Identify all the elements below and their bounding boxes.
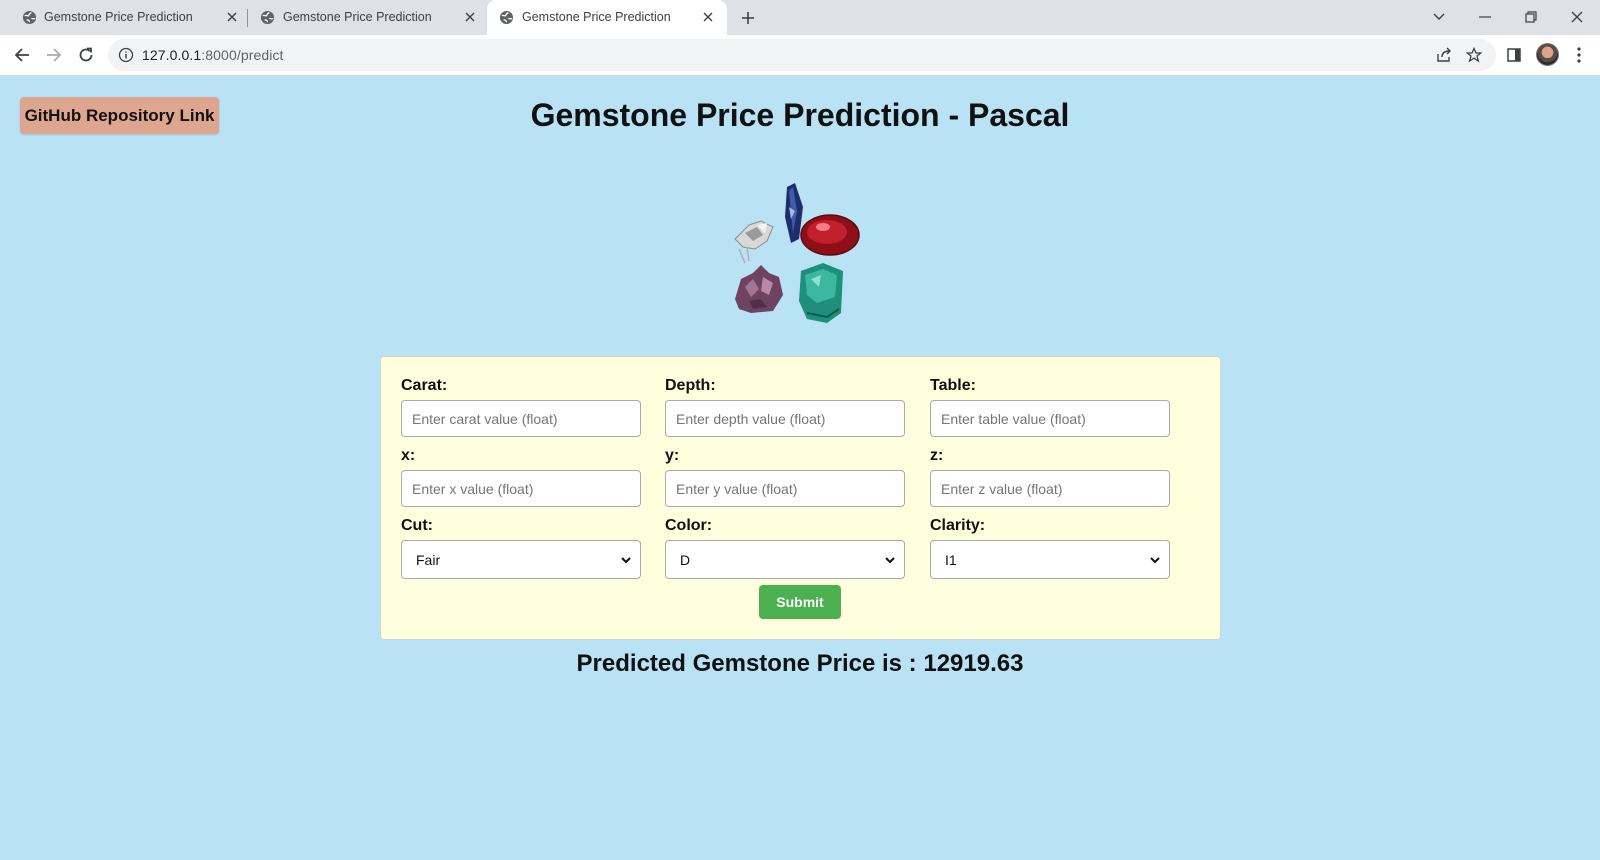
site-info-icon[interactable] bbox=[118, 47, 134, 63]
clarity-label: Clarity: bbox=[930, 517, 986, 534]
cut-select[interactable]: Fair bbox=[401, 540, 641, 579]
carat-input[interactable] bbox=[401, 400, 641, 437]
depth-label: Depth: bbox=[665, 377, 716, 394]
gemstones-image bbox=[734, 183, 860, 323]
close-icon[interactable] bbox=[700, 9, 716, 25]
color-select[interactable]: D bbox=[665, 540, 905, 579]
tab-strip: Gemstone Price Prediction Gemstone Price… bbox=[0, 0, 1600, 35]
page-body: GitHub Repository Link Gemstone Price Pr… bbox=[0, 77, 1600, 860]
table-label: Table: bbox=[930, 377, 976, 394]
browser-toolbar: 127.0.0.1:8000/predict bbox=[0, 35, 1600, 76]
prediction-form: Carat: Depth: Table: x: y: z: Cut: Fair … bbox=[380, 356, 1221, 640]
x-label: x: bbox=[401, 447, 416, 464]
tab-search-icon[interactable] bbox=[1427, 5, 1451, 29]
z-input[interactable] bbox=[930, 470, 1170, 507]
tab-title: Gemstone Price Prediction bbox=[283, 10, 432, 24]
clarity-select[interactable]: I1 bbox=[930, 540, 1170, 579]
chevron-down-icon bbox=[1150, 557, 1160, 564]
globe-icon bbox=[22, 10, 37, 25]
reload-icon[interactable] bbox=[74, 43, 98, 67]
table-input[interactable] bbox=[930, 400, 1170, 437]
chevron-down-icon bbox=[885, 557, 895, 564]
restore-icon[interactable] bbox=[1519, 5, 1543, 29]
depth-input[interactable] bbox=[665, 400, 905, 437]
window-close-icon[interactable] bbox=[1565, 5, 1589, 29]
cut-select-value: Fair bbox=[416, 551, 441, 568]
color-label: Color: bbox=[665, 517, 713, 534]
y-label: y: bbox=[665, 447, 680, 464]
cut-label: Cut: bbox=[401, 517, 433, 534]
tab-2[interactable]: Gemstone Price Prediction bbox=[252, 0, 486, 35]
new-tab-button[interactable] bbox=[737, 7, 759, 29]
y-input[interactable] bbox=[665, 470, 905, 507]
clarity-select-value: I1 bbox=[945, 551, 957, 568]
page-title: Gemstone Price Prediction - Pascal bbox=[530, 97, 1070, 133]
tab-title: Gemstone Price Prediction bbox=[44, 10, 193, 24]
back-arrow-icon[interactable] bbox=[10, 43, 34, 67]
kebab-menu-icon[interactable] bbox=[1568, 44, 1590, 66]
chevron-down-icon bbox=[621, 557, 631, 564]
carat-label: Carat: bbox=[401, 377, 448, 394]
url-host: 127.0.0.1 bbox=[142, 47, 202, 63]
globe-icon bbox=[499, 10, 514, 25]
tab-separator bbox=[247, 9, 248, 27]
quartz-crystal bbox=[734, 220, 774, 264]
minimize-icon[interactable] bbox=[1473, 5, 1497, 29]
emerald-crystal bbox=[799, 263, 843, 323]
z-label: z: bbox=[930, 447, 944, 464]
close-icon[interactable] bbox=[462, 9, 478, 25]
tab-title: Gemstone Price Prediction bbox=[522, 10, 671, 24]
url-text: 127.0.0.1:8000/predict bbox=[142, 47, 284, 63]
amethyst-cluster bbox=[735, 265, 783, 313]
color-select-value: D bbox=[680, 551, 691, 568]
address-bar[interactable]: 127.0.0.1:8000/predict bbox=[108, 39, 1496, 71]
x-input[interactable] bbox=[401, 470, 641, 507]
ruby-gem bbox=[800, 214, 860, 256]
forward-arrow-icon[interactable] bbox=[42, 43, 66, 67]
predicted-price-result: Predicted Gemstone Price is : 12919.63 bbox=[576, 650, 1024, 677]
tab-1[interactable]: Gemstone Price Prediction bbox=[0, 0, 245, 35]
profile-avatar[interactable] bbox=[1536, 43, 1559, 66]
side-panel-icon[interactable] bbox=[1503, 44, 1525, 66]
close-icon[interactable] bbox=[224, 9, 240, 25]
share-icon[interactable] bbox=[1435, 46, 1453, 64]
globe-icon bbox=[260, 10, 275, 25]
url-path: :8000/predict bbox=[201, 47, 284, 63]
bookmark-star-icon[interactable] bbox=[1465, 46, 1483, 64]
tab-3-active[interactable]: Gemstone Price Prediction bbox=[487, 0, 727, 35]
submit-button[interactable]: Submit bbox=[759, 585, 841, 619]
